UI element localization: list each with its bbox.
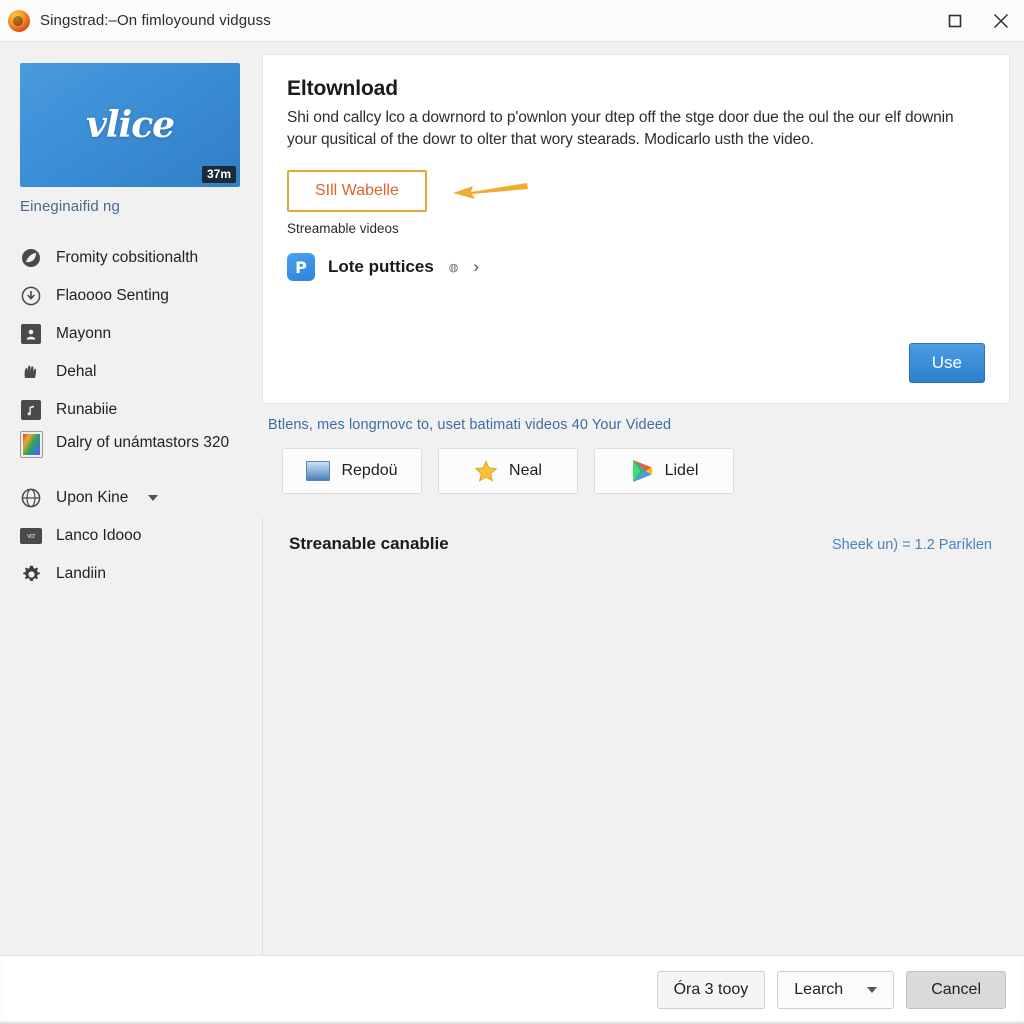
small-badge-icon: ◍ — [448, 261, 459, 274]
star-icon — [474, 459, 498, 483]
window-body: vlice 37m Eineginaifid ng Fromity cobsit… — [0, 42, 1024, 955]
thumbnail-caption[interactable]: Eineginaifid ng — [20, 198, 260, 215]
video-thumbnail[interactable]: vlice 37m — [20, 63, 240, 187]
chevron-right-icon[interactable]: › — [473, 257, 479, 277]
pointer-arrow-annotation — [452, 183, 528, 199]
sidebar-item-label: Lanco Idooo — [56, 526, 142, 544]
lower-section-link[interactable]: Sheek un) = 1.2 Paríklen — [832, 537, 992, 553]
window-title: Singstrad:–On fimloyound vidguss — [40, 12, 271, 29]
sidebar-item-label: Upon Kine — [56, 488, 129, 506]
sidebar-item-fromity[interactable]: Fromity cobsitionalth — [20, 239, 260, 277]
cta-row: SIll Wabelle — [287, 170, 985, 212]
gear-icon — [20, 563, 42, 585]
card-description: Shi ond callcy lco a dowrnord to p'ownlo… — [287, 109, 954, 148]
title-bar: Singstrad:–On fimloyound vidguss — [0, 0, 1024, 42]
download-card: Eltownload Shi ond callcy lco a dowrnord… — [262, 54, 1010, 404]
chevron-down-icon — [867, 987, 878, 993]
learch-label: Learch — [794, 981, 844, 998]
sidebar-item-landiin[interactable]: Landiin — [20, 555, 260, 593]
card-icon-label: vcr — [20, 528, 42, 544]
globe-icon — [20, 487, 42, 509]
sidebar-item-label: Dalry of unámtastors 320 — [56, 434, 230, 451]
maximize-icon — [948, 14, 962, 27]
footer-bar: Óra 3 tooy Learch Cancel — [0, 955, 1024, 1024]
option-button-label: Repdoü — [341, 462, 398, 479]
sidebar-item-upon-kine[interactable]: Upon Kine — [20, 479, 260, 517]
sidebar-item-dehal[interactable]: Dehal — [20, 353, 260, 391]
sidebar-item-flaoooo-senting[interactable]: Flaoooo Senting — [20, 277, 260, 315]
lower-section-header: Streanable canablie Sheek un) = 1.2 Parí… — [289, 534, 992, 554]
thumbnail-logo: vlice — [85, 104, 175, 146]
sidebar-item-dalry[interactable]: Dalry of unámtastors 320 — [20, 429, 260, 479]
close-button[interactable] — [978, 0, 1024, 42]
use-button[interactable]: Use — [908, 343, 985, 383]
lower-section: Streanable canablie Sheek un) = 1.2 Parí… — [262, 518, 1010, 955]
close-icon — [993, 13, 1009, 28]
card-actions: Use — [287, 343, 985, 383]
sidebar-item-label: Dehal — [56, 362, 97, 380]
sidebar: vlice 37m Eineginaifid ng Fromity cobsit… — [0, 42, 260, 955]
sidebar-item-label: Fromity cobsitionalth — [56, 248, 199, 266]
sidebar-item-label: Flaoooo Senting — [56, 286, 169, 304]
thumbnail-image: vlice 37m — [20, 63, 240, 187]
sill-wabelle-button[interactable]: SIll Wabelle — [287, 170, 427, 212]
sidebar-item-label: Mayonn — [56, 324, 112, 342]
under-card-link[interactable]: Btlens, mes longrnovc to, uset batimati … — [268, 417, 1010, 433]
ora-3-tooy-button[interactable]: Óra 3 tooy — [656, 971, 766, 1009]
cancel-button[interactable]: Cancel — [906, 971, 1006, 1009]
firefox-icon — [8, 9, 30, 32]
app-window: Singstrad:–On fimloyound vidguss vlice 3… — [0, 0, 1024, 1024]
person-frame-icon — [20, 323, 42, 345]
sidebar-item-runabiie[interactable]: Runabiie — [20, 391, 260, 429]
hand-icon — [20, 361, 42, 383]
lower-section-title: Streanable canablie — [289, 534, 449, 553]
app-link-row[interactable]: P Lote puttices ◍ › — [287, 253, 985, 281]
window-controls — [932, 0, 1024, 41]
option-button-repdou[interactable]: Repdoü — [282, 448, 422, 494]
sidebar-item-lanco-idooo[interactable]: vcr Lanco Idooo — [20, 517, 260, 555]
maximize-button[interactable] — [932, 0, 978, 42]
option-button-label: Lidel — [664, 462, 699, 479]
option-button-lidel[interactable]: Lidel — [594, 448, 734, 494]
duration-badge: 37m — [201, 165, 236, 183]
option-button-neal[interactable]: Neal — [438, 448, 578, 494]
option-button-label: Neal — [509, 462, 542, 479]
cta-subtext: Streamable videos — [287, 221, 399, 236]
chevron-down-icon[interactable] — [148, 495, 159, 501]
card-icon: vcr — [20, 525, 42, 547]
sidebar-nav: Fromity cobsitionalth Flaoooo Senting Ma… — [20, 239, 260, 593]
sidebar-item-mayonn[interactable]: Mayonn — [20, 315, 260, 353]
card-title: Eltownload — [287, 77, 398, 100]
app-tile-icon: P — [287, 253, 315, 281]
app-link-label: Lote puttices — [328, 257, 434, 276]
leaf-circle-icon — [20, 247, 42, 269]
play-store-icon — [630, 459, 654, 483]
download-circle-icon — [20, 285, 42, 307]
color-image-icon — [20, 431, 42, 457]
main-content: Eltownload Shi ond callcy lco a dowrnord… — [260, 42, 1024, 955]
sidebar-item-label: Runabiie — [56, 400, 118, 418]
sidebar-item-label: Landiin — [56, 564, 106, 582]
screen-image-icon — [306, 459, 331, 483]
music-note-icon — [20, 399, 42, 421]
option-buttons-row: Repdoü Neal Lidel — [282, 448, 1010, 494]
learch-dropdown-button[interactable]: Learch — [777, 971, 895, 1009]
